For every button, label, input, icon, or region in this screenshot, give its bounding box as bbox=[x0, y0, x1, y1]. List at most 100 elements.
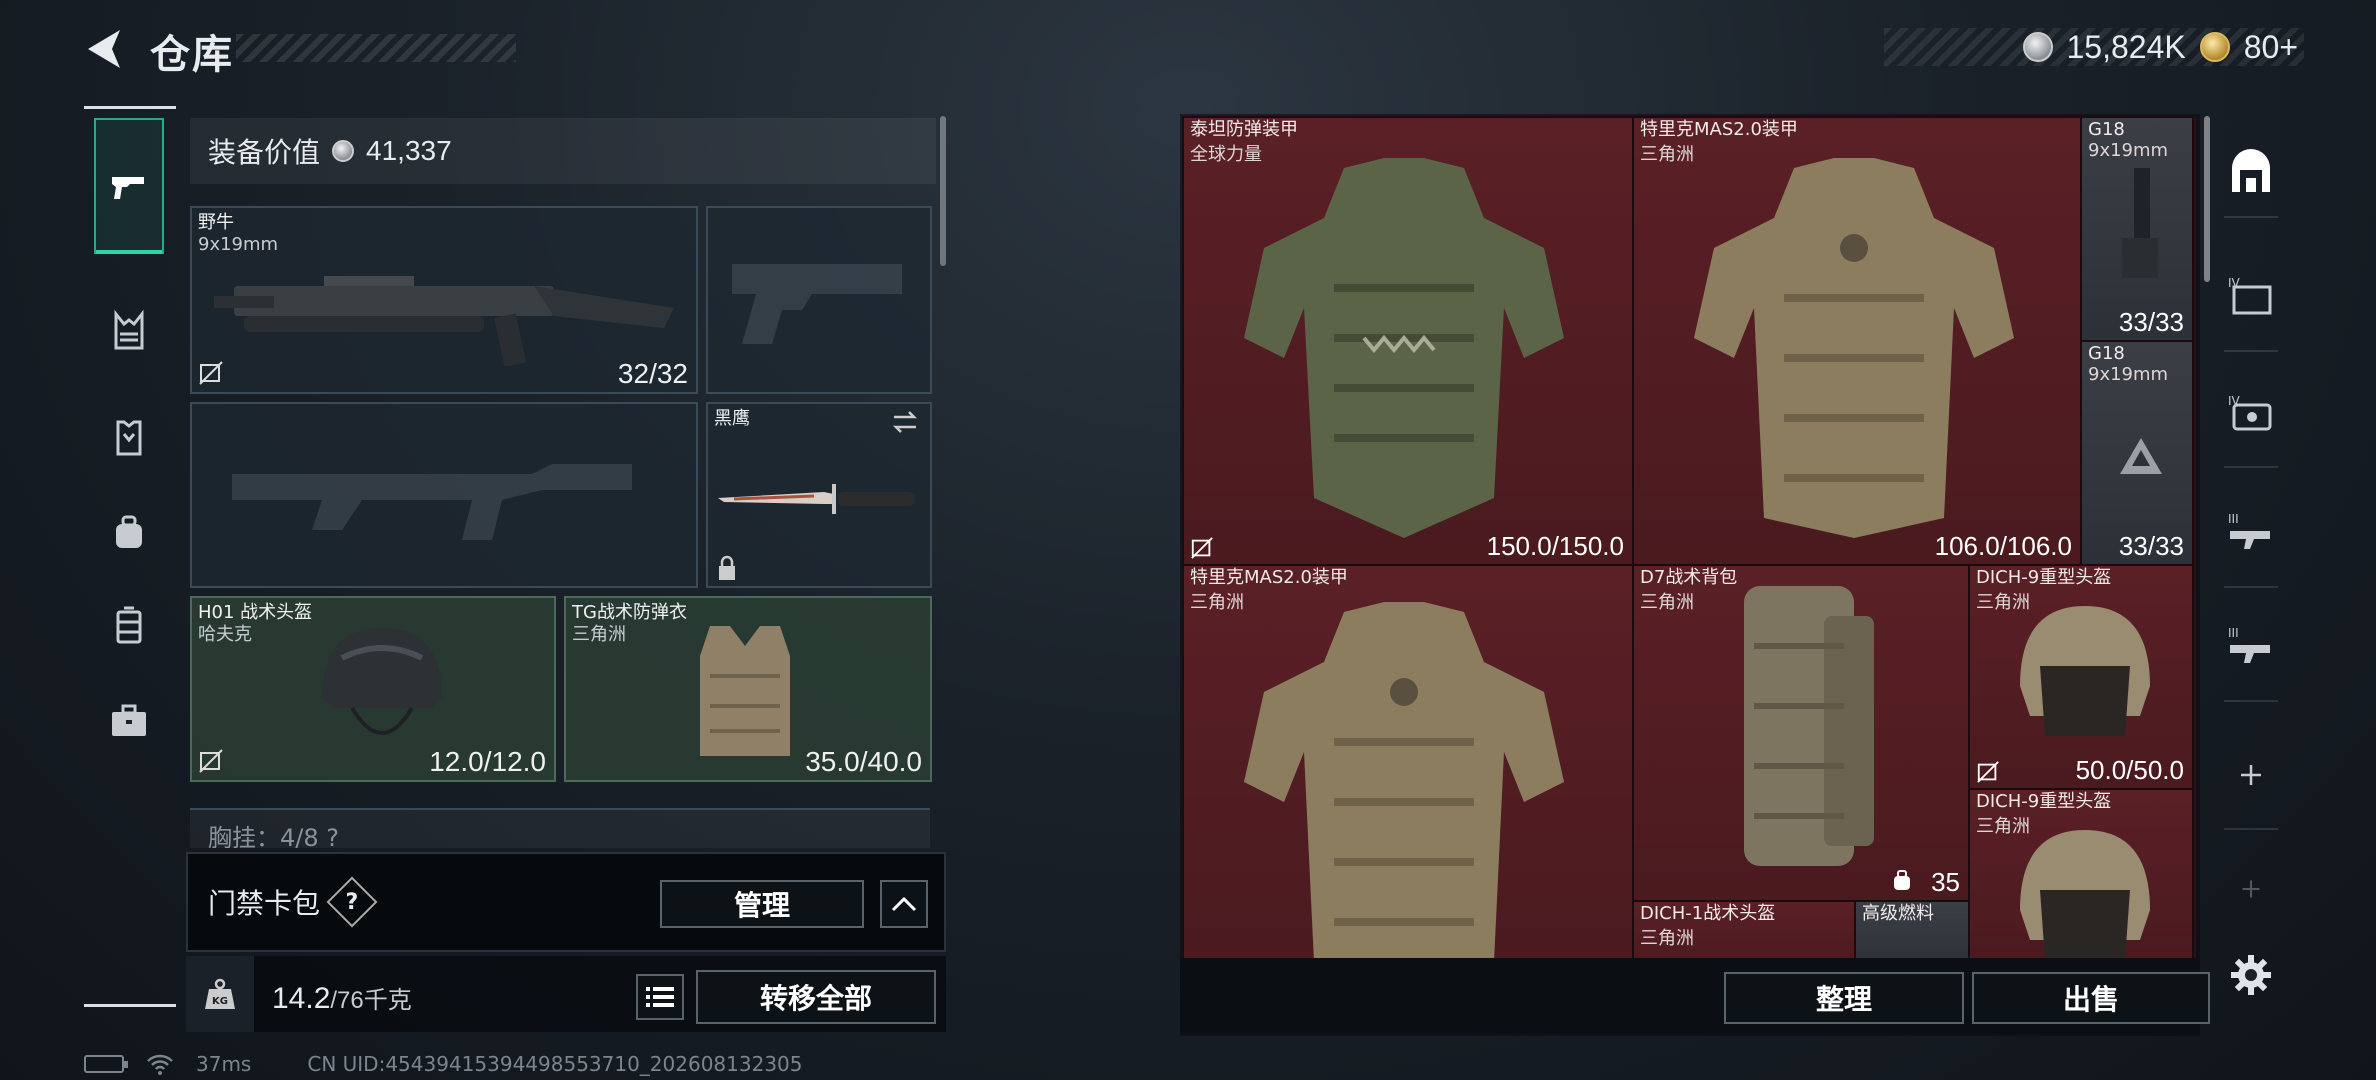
collapse-button[interactable] bbox=[880, 880, 928, 928]
svg-text:III: III bbox=[2228, 626, 2239, 640]
item-name: 特里克MAS2.0装甲 bbox=[1640, 119, 1798, 140]
item-caliber: 9x19mm bbox=[2088, 364, 2169, 385]
currency-bar: 15,824K 80+ bbox=[1884, 28, 2304, 66]
stash-item[interactable]: D7战术背包 三角洲 35 bbox=[1632, 564, 1970, 902]
back-button[interactable] bbox=[84, 26, 124, 72]
rail-item-page-3b[interactable]: III bbox=[2216, 610, 2286, 680]
sell-button[interactable]: 出售 bbox=[1972, 972, 2210, 1024]
gear-icon bbox=[2231, 955, 2271, 995]
slot-item-brand: 哈夫克 bbox=[198, 624, 252, 645]
helmet-durability: 12.0/12.0 bbox=[429, 746, 546, 777]
nav-item-container[interactable] bbox=[94, 590, 164, 660]
add-page-button-disabled bbox=[2216, 854, 2286, 924]
weight-current: 14.2 bbox=[272, 982, 331, 1015]
stash-item[interactable]: 泰坦防弹装甲 全球力量 150.0/150.0 bbox=[1182, 116, 1634, 566]
item-ammo: 33/33 bbox=[2118, 531, 2184, 561]
nav-item-backpack[interactable] bbox=[94, 498, 164, 568]
swap-icon[interactable] bbox=[890, 410, 920, 434]
equipment-value: 41,337 bbox=[366, 135, 452, 166]
secondary-weapon-slot[interactable] bbox=[190, 402, 698, 588]
slot-item-name: 野牛 bbox=[198, 212, 234, 233]
weight-capacity: /76千克 bbox=[330, 987, 412, 1014]
storage-icon bbox=[2232, 149, 2270, 192]
armor-icon bbox=[116, 420, 142, 456]
rail-item-page-3a[interactable]: III bbox=[2216, 496, 2286, 566]
manage-button[interactable]: 管理 bbox=[660, 880, 864, 928]
loadout-scrollbar[interactable] bbox=[940, 116, 946, 266]
weapon-iii-icon: III bbox=[2228, 626, 2270, 663]
primary-weapon-slot[interactable]: 野牛 9x19mm 32/32 bbox=[190, 206, 698, 394]
stash-item[interactable]: DICH-9重型头盔 三角洲 bbox=[1968, 788, 2194, 958]
status-bar: 37ms CN UID:45439415394498553710_2026081… bbox=[84, 1052, 803, 1076]
rail-divider bbox=[2224, 700, 2278, 702]
item-name: DICH-1战术头盔 bbox=[1640, 903, 1776, 924]
no-durability-icon bbox=[1191, 537, 1213, 559]
nav-item-case[interactable] bbox=[94, 686, 164, 756]
smg-image bbox=[214, 276, 674, 366]
user-uid: CN UID:45439415394498553710_202608132305 bbox=[307, 1052, 803, 1076]
plus-icon bbox=[2242, 880, 2260, 898]
stash-item[interactable]: G18 9x19mm 33/33 bbox=[2080, 340, 2194, 566]
rail-divider bbox=[2224, 586, 2278, 588]
helmet-image bbox=[2020, 830, 2150, 958]
armor-durability: 35.0/40.0 bbox=[805, 746, 922, 777]
rail-item-all[interactable] bbox=[2216, 138, 2286, 208]
pistol-placeholder-icon bbox=[732, 264, 902, 344]
rail-item-page-4a[interactable]: IV bbox=[2216, 260, 2286, 330]
stash-page-rail: IV IV III III bbox=[2216, 114, 2286, 1014]
chest-rig-icon bbox=[114, 309, 144, 350]
slot-item-name: 黑鹰 bbox=[714, 408, 750, 429]
list-icon bbox=[646, 987, 674, 1007]
svg-text:III: III bbox=[2228, 512, 2239, 526]
gold-balance: 80+ bbox=[2243, 28, 2298, 65]
stash-item[interactable]: DICH-9重型头盔 三角洲 50.0/50.0 bbox=[1968, 564, 2194, 790]
rail-item-page-4b[interactable]: IV bbox=[2216, 378, 2286, 448]
lock-icon bbox=[719, 555, 735, 580]
capacity-icon bbox=[1894, 870, 1910, 890]
folder-iv-icon: IV bbox=[2228, 276, 2272, 315]
knife-image bbox=[718, 484, 914, 514]
nav-item-weapons[interactable] bbox=[94, 118, 164, 254]
item-durability: 106.0/106.0 bbox=[1934, 531, 2072, 561]
rail-divider bbox=[2224, 466, 2278, 468]
item-name: DICH-9重型头盔 bbox=[1976, 791, 2112, 812]
container-icon bbox=[116, 606, 142, 644]
chevron-up-icon bbox=[891, 896, 917, 912]
stash-item[interactable]: DICH-1战术头盔 三角洲 bbox=[1632, 900, 1856, 958]
chest-rig-slot[interactable]: 胸挂：4/8 ? bbox=[190, 808, 930, 848]
sort-button[interactable]: 整理 bbox=[1724, 972, 1964, 1024]
pistol-slot[interactable] bbox=[706, 206, 932, 394]
stash-item[interactable]: 特里克MAS2.0装甲 三角洲 bbox=[1182, 564, 1634, 958]
stash-item[interactable]: G18 9x19mm 33/33 bbox=[2080, 116, 2194, 342]
armor-slot[interactable]: TG战术防弹衣 三角洲 35.0/40.0 bbox=[564, 596, 932, 782]
settings-button[interactable] bbox=[2216, 940, 2286, 1010]
stash-item[interactable]: 特里克MAS2.0装甲 三角洲 106.0/106.0 bbox=[1632, 116, 2082, 566]
equipment-value-label: 装备价值 bbox=[208, 136, 321, 169]
battery-icon bbox=[84, 1055, 128, 1073]
nav-item-armor[interactable] bbox=[94, 402, 164, 472]
rifle-placeholder-icon bbox=[232, 464, 632, 540]
back-arrow-icon bbox=[88, 30, 120, 68]
item-brand: 三角洲 bbox=[1640, 592, 1694, 613]
stash-scrollbar[interactable] bbox=[2204, 116, 2210, 282]
help-icon[interactable]: ? bbox=[326, 876, 378, 928]
item-name: G18 bbox=[2088, 119, 2125, 140]
no-durability-icon bbox=[199, 749, 223, 773]
pistol-icon bbox=[112, 177, 144, 199]
stash-grid: 泰坦防弹装甲 全球力量 150.0/150.0 特里克MAS2.0装甲 三角洲 … bbox=[1182, 116, 2196, 958]
rail-divider bbox=[2224, 350, 2278, 352]
no-durability-icon bbox=[1977, 761, 1999, 783]
keycard-label: 门禁卡包 bbox=[208, 887, 321, 920]
page-title: 仓库 bbox=[150, 32, 234, 78]
add-page-button[interactable] bbox=[2216, 740, 2286, 810]
list-view-button[interactable] bbox=[636, 974, 684, 1020]
transfer-all-button[interactable]: 转移全部 bbox=[696, 970, 936, 1024]
nav-item-chest-rig[interactable] bbox=[94, 296, 164, 366]
case-iv-icon: IV bbox=[2228, 394, 2272, 431]
stash-item[interactable]: 高级燃料 bbox=[1854, 900, 1970, 958]
help-glyph: ? bbox=[345, 889, 359, 915]
backpack-icon bbox=[116, 515, 142, 548]
melee-slot[interactable]: 黑鹰 bbox=[706, 402, 932, 588]
helmet-slot[interactable]: H01 战术头盔 哈夫克 12.0/12.0 bbox=[190, 596, 556, 782]
no-durability-icon bbox=[199, 361, 223, 385]
